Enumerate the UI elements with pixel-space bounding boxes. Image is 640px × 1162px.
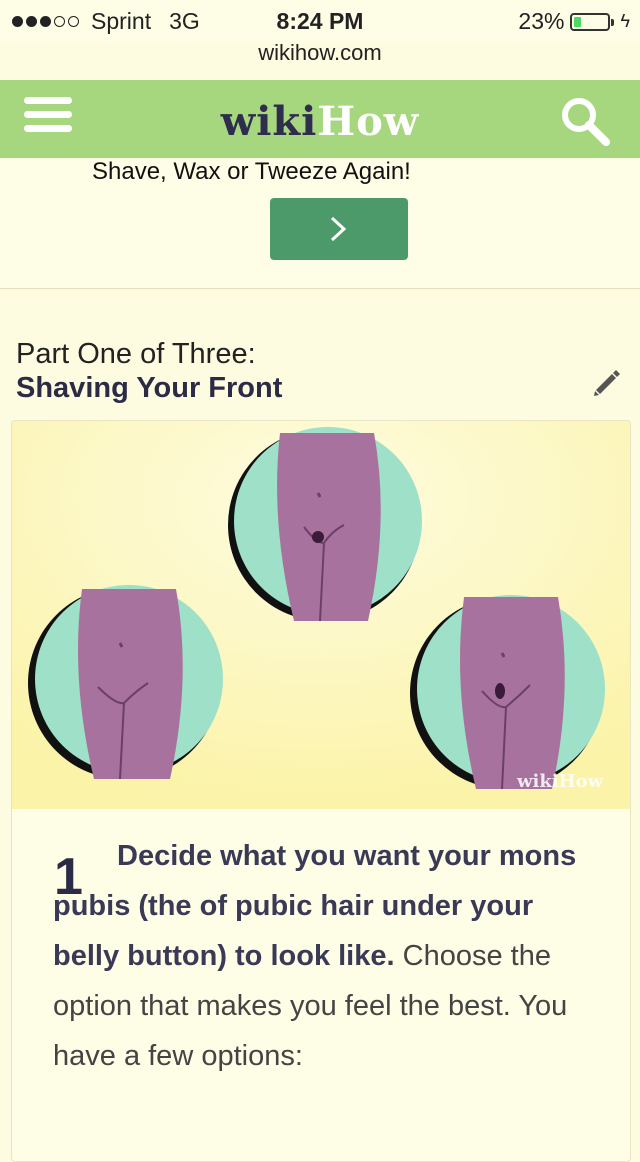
illustration-image: wikiHow bbox=[12, 421, 630, 809]
ad-text: Shave, Wax or Tweeze Again! bbox=[92, 158, 411, 185]
part-title: Shaving Your Front bbox=[16, 372, 283, 404]
chevron-right-icon bbox=[330, 216, 347, 242]
wikihow-logo[interactable]: wikiHow bbox=[0, 98, 640, 145]
pencil-icon[interactable] bbox=[590, 366, 622, 398]
url-bar[interactable]: wikihow.com bbox=[0, 40, 640, 66]
search-icon[interactable] bbox=[558, 94, 612, 148]
logo-how-text: How bbox=[317, 98, 420, 145]
ad-next-button[interactable] bbox=[270, 198, 408, 260]
step-card: wikiHow 1 Decide what you want your mons… bbox=[11, 420, 631, 1162]
step-illustration: wikiHow bbox=[12, 421, 630, 809]
battery-icon bbox=[570, 12, 615, 31]
charging-bolt-icon: ϟ bbox=[620, 11, 630, 31]
part-label: Part One of Three: bbox=[16, 338, 256, 370]
status-bar: Sprint 3G 8:24 PM 23% ϟ bbox=[0, 0, 640, 44]
status-right: 23% ϟ bbox=[518, 8, 630, 35]
battery-percent: 23% bbox=[518, 8, 565, 34]
ad-banner: Shave, Wax or Tweeze Again! bbox=[0, 158, 640, 289]
step-description: Decide what you want your mons pubis (th… bbox=[53, 831, 593, 1081]
site-header: wikiHow bbox=[0, 80, 640, 158]
watermark-text: wikiHow bbox=[516, 771, 604, 792]
logo-wiki-text: wiki bbox=[220, 98, 318, 145]
